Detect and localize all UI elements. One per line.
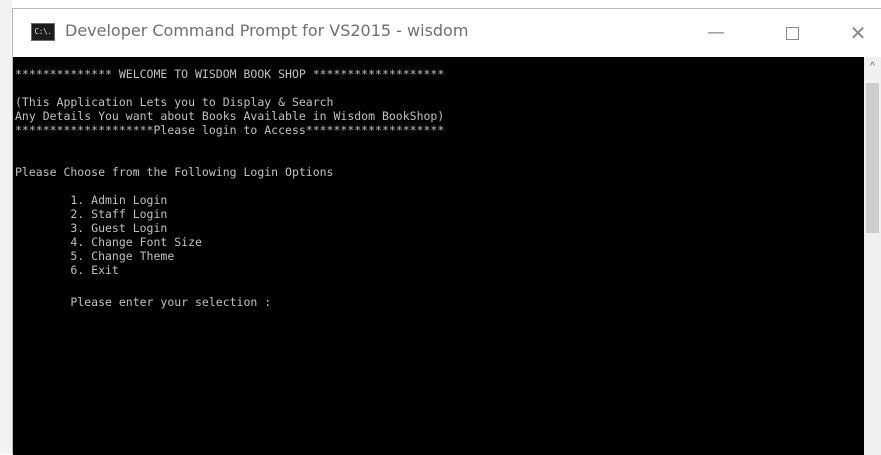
scroll-up-arrow-icon[interactable]: ^: [864, 57, 881, 74]
console-window: C:\. Developer Command Prompt for VS2015…: [12, 8, 881, 455]
console-output[interactable]: ************** WELCOME TO WISDOM BOOK SH…: [13, 57, 864, 455]
vertical-scrollbar[interactable]: ^: [864, 57, 881, 455]
maximize-button[interactable]: [769, 9, 815, 57]
menu-option: 1. Admin Login: [15, 193, 168, 207]
window-title: Developer Command Prompt for VS2015 - wi…: [65, 21, 469, 40]
command-prompt-icon[interactable]: C:\.: [31, 23, 55, 41]
menu-option: 5. Change Theme: [15, 249, 175, 263]
minimize-button[interactable]: —: [693, 9, 739, 57]
desktop-background: [0, 0, 12, 454]
maximize-icon: [785, 27, 799, 40]
menu-option: 6. Exit: [15, 263, 119, 277]
login-prompt-line: ********************Please login to Acce…: [15, 123, 445, 137]
close-button[interactable]: ✕: [835, 9, 881, 57]
selection-prompt[interactable]: Please enter your selection :: [15, 295, 271, 309]
options-heading: Please Choose from the Following Login O…: [15, 165, 334, 179]
menu-option: 4. Change Font Size: [15, 235, 202, 249]
description-line: Any Details You want about Books Availab…: [15, 109, 445, 123]
scroll-thumb[interactable]: [866, 83, 879, 233]
menu-option: 2. Staff Login: [15, 207, 168, 221]
title-bar[interactable]: C:\. Developer Command Prompt for VS2015…: [13, 9, 881, 57]
banner-line: ************** WELCOME TO WISDOM BOOK SH…: [15, 67, 445, 81]
description-line: (This Application Lets you to Display & …: [15, 95, 334, 109]
background-fragment: [3, 100, 11, 112]
menu-option: 3. Guest Login: [15, 221, 168, 235]
